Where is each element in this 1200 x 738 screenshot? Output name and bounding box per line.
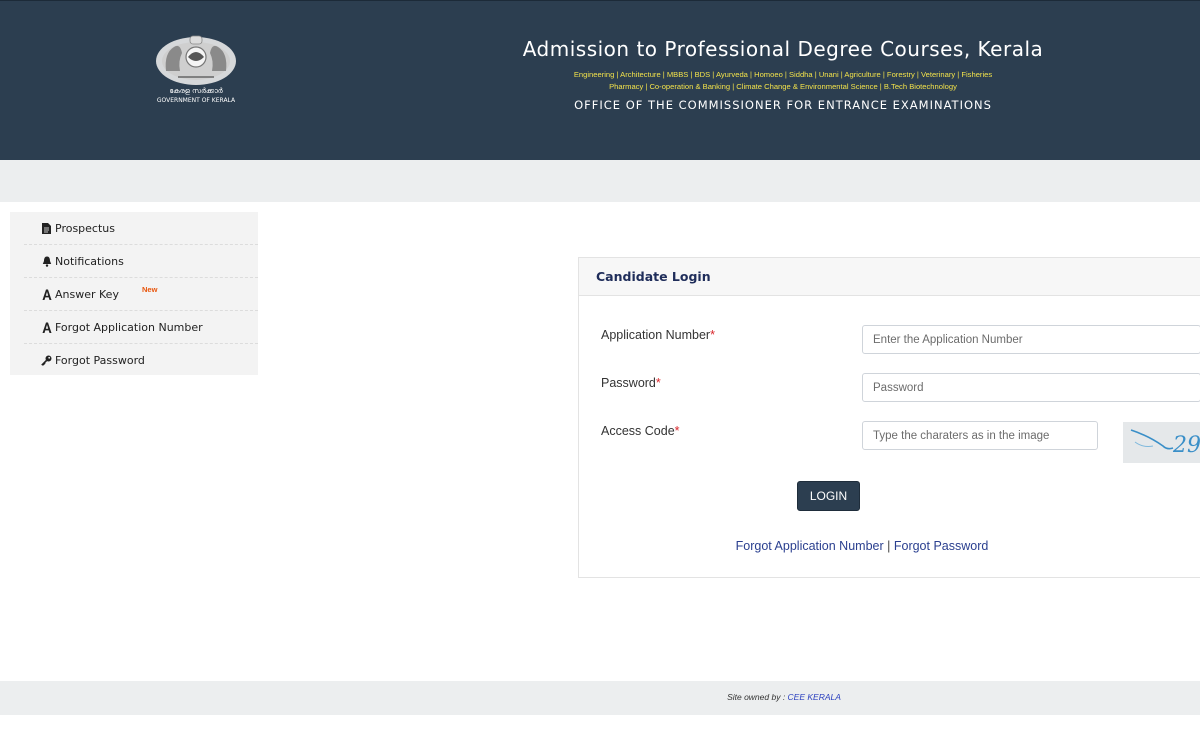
emblem-icon bbox=[156, 35, 236, 85]
course-list-line-1: Engineering | Architecture | MBBS | BDS … bbox=[573, 70, 993, 79]
captcha-text: 29 bbox=[1172, 433, 1200, 458]
footer-text: Site owned by : CEE KERALA bbox=[0, 692, 1200, 702]
required-mark: * bbox=[710, 328, 715, 342]
forgot-application-number-link[interactable]: Forgot Application Number bbox=[736, 539, 884, 553]
sidebar-item-label: Answer Key bbox=[55, 287, 119, 301]
password-input[interactable] bbox=[862, 373, 1200, 402]
login-help-links: Forgot Application Number | Forgot Passw… bbox=[579, 539, 1145, 553]
sidebar-menu: Prospectus Notifications Answer Key New … bbox=[10, 212, 258, 375]
application-number-input[interactable] bbox=[862, 325, 1200, 354]
captcha-image: 29 bbox=[1123, 422, 1200, 463]
sidebar-item-label: Prospectus bbox=[55, 221, 115, 235]
sidebar-item-notifications[interactable]: Notifications bbox=[24, 245, 258, 278]
login-button[interactable]: LOGIN bbox=[797, 481, 860, 511]
sub-header-bar bbox=[0, 160, 1200, 202]
new-badge: New bbox=[142, 285, 158, 294]
required-mark: * bbox=[655, 376, 661, 390]
password-label: Password* bbox=[601, 376, 661, 390]
login-card-header: Candidate Login bbox=[579, 258, 1200, 296]
sidebar-item-prospectus[interactable]: Prospectus bbox=[24, 212, 258, 245]
footer-prefix: Site owned by : bbox=[727, 692, 788, 702]
font-a-icon bbox=[41, 321, 52, 333]
sidebar-item-label: Forgot Application Number bbox=[55, 320, 203, 334]
footer-owner-link[interactable]: CEE KERALA bbox=[788, 692, 841, 702]
access-code-label-text: Access Code bbox=[601, 424, 675, 438]
sidebar-item-answer-key[interactable]: Answer Key New bbox=[24, 278, 258, 311]
sidebar-item-forgot-password[interactable]: Forgot Password bbox=[24, 344, 258, 377]
sidebar-item-label: Notifications bbox=[55, 254, 124, 268]
emblem-text-malayalam: കേരള സർക്കാർ bbox=[169, 87, 223, 95]
access-code-label: Access Code* bbox=[601, 424, 680, 438]
course-list-line-2: Pharmacy | Co-operation & Banking | Clim… bbox=[609, 82, 957, 91]
required-mark: * bbox=[674, 424, 680, 438]
forgot-password-link[interactable]: Forgot Password bbox=[894, 539, 988, 553]
application-number-label-text: Application Number bbox=[601, 328, 711, 342]
site-title: Admission to Professional Degree Courses… bbox=[522, 37, 1044, 61]
course-list: Engineering | Architecture | MBBS | BDS … bbox=[460, 69, 1106, 93]
password-label-text: Password bbox=[601, 376, 656, 390]
font-a-icon bbox=[41, 288, 52, 300]
office-name: OFFICE OF THE COMMISSIONER FOR ENTRANCE … bbox=[574, 98, 992, 112]
site-footer: Site owned by : CEE KERALA bbox=[0, 681, 1200, 715]
candidate-login-card: Candidate Login Application Number* Pass… bbox=[578, 257, 1200, 578]
link-separator: | bbox=[887, 539, 891, 553]
site-header: കേരള സർക്കാർ GOVERNMENT OF KERALA Admiss… bbox=[0, 0, 1200, 160]
file-icon bbox=[41, 222, 52, 234]
emblem-text-english: GOVERNMENT OF KERALA bbox=[156, 97, 236, 104]
sidebar-item-forgot-application-number[interactable]: Forgot Application Number bbox=[24, 311, 258, 344]
access-code-input[interactable] bbox=[862, 421, 1098, 450]
key-icon bbox=[41, 355, 52, 367]
kerala-emblem-logo: കേരള സർക്കാർ GOVERNMENT OF KERALA bbox=[150, 31, 242, 109]
bell-icon bbox=[41, 255, 52, 267]
login-title: Candidate Login bbox=[596, 269, 711, 284]
application-number-label: Application Number* bbox=[601, 328, 715, 342]
sidebar-item-label: Forgot Password bbox=[55, 354, 145, 367]
